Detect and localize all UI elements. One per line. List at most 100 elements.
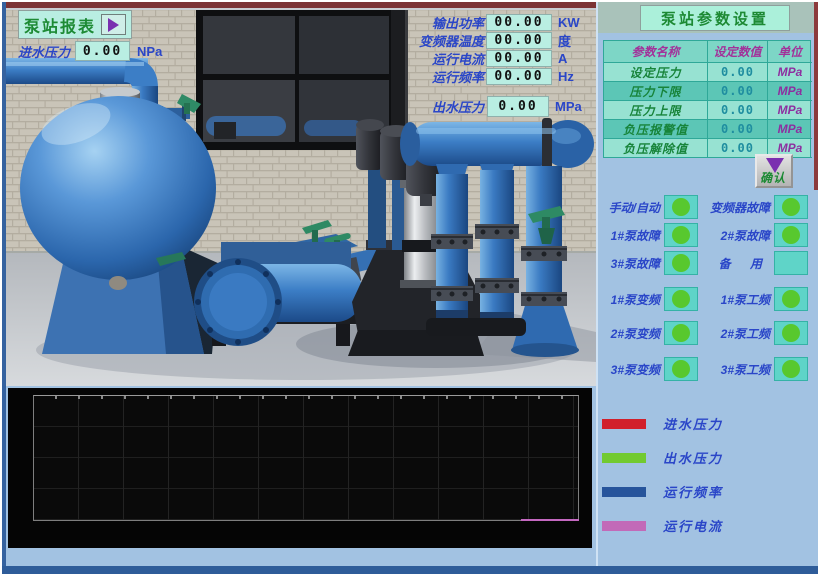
output-power-unit: KW xyxy=(558,15,580,30)
indicator-pump1-mains: 1#泵工频 xyxy=(698,287,808,311)
lamp-pump3-mains xyxy=(774,357,808,381)
inlet-pressure-readout: 进水压力 0.00 NPa xyxy=(18,41,162,61)
indicator-vfd-fault: 变频器故障 xyxy=(698,195,808,219)
indicator-label: 2#泵故障 xyxy=(721,227,770,244)
parameter-table: 参数名称 设定数值 单位 设定压力 0.00 MPa 压力下限 0.00 MPa… xyxy=(603,40,811,158)
param-unit: MPa xyxy=(768,63,812,82)
legend-item-current: 运行电流 xyxy=(602,516,723,535)
indicator-row: 3#泵故障 备 用 xyxy=(598,250,812,276)
run-current-value: 00.00 xyxy=(486,50,552,67)
lamp-dot xyxy=(672,360,690,378)
bottom-frame-border xyxy=(2,566,818,574)
param-name: 设定压力 xyxy=(604,63,708,82)
param-value-field[interactable]: 0.00 xyxy=(708,120,768,139)
indicator-label: 1#泵故障 xyxy=(611,227,660,244)
lamp-pump1-vfd xyxy=(664,287,698,311)
col-unit: 单位 xyxy=(768,41,812,63)
lamp-spare xyxy=(774,251,808,275)
output-power-label: 输出功率 xyxy=(364,13,484,32)
indicator-pump1-fault: 1#泵故障 xyxy=(598,223,698,247)
legend-swatch-magenta xyxy=(602,521,646,531)
indicator-pump2-fault: 2#泵故障 xyxy=(698,223,808,247)
legend-swatch-red xyxy=(602,419,646,429)
run-current-unit: A xyxy=(558,51,567,66)
report-open-button[interactable] xyxy=(101,14,126,35)
indicator-pump2-vfd: 2#泵变频 xyxy=(598,321,698,345)
indicator-pump1-vfd: 1#泵变频 xyxy=(598,287,698,311)
lamp-pump2-fault xyxy=(774,223,808,247)
indicator-row: 1#泵故障 2#泵故障 xyxy=(598,222,812,248)
pump-station-3d-view: 泵站报表 进水压力 0.00 NPa 输出功率 00.00 KW 变频器温度 0… xyxy=(6,2,596,386)
plot-tick-marks xyxy=(34,396,578,399)
indicator-label: 3#泵变频 xyxy=(611,361,660,378)
lamp-dot xyxy=(782,324,800,342)
col-param-name: 参数名称 xyxy=(604,41,708,63)
indicator-pump3-fault: 3#泵故障 xyxy=(598,251,698,275)
lamp-dot xyxy=(672,198,690,216)
parameter-panel: 泵站参数设置 参数名称 设定数值 单位 设定压力 0.00 MPa 压力下限 0… xyxy=(596,2,814,566)
indicator-spare: 备 用 xyxy=(698,251,808,275)
lamp-pump1-mains xyxy=(774,287,808,311)
indicator-row: 手动/自动 变频器故障 xyxy=(598,194,812,220)
indicator-manual-auto: 手动/自动 xyxy=(598,195,698,219)
param-value-field[interactable]: 0.00 xyxy=(708,63,768,82)
col-set-value: 设定数值 xyxy=(708,41,768,63)
legend-label: 出水压力 xyxy=(663,448,723,467)
indicator-label: 2#泵变频 xyxy=(611,325,660,342)
param-name: 负压解除值 xyxy=(604,139,708,158)
outlet-pressure-value: 0.00 xyxy=(487,96,549,117)
param-value-field[interactable]: 0.00 xyxy=(708,82,768,101)
param-name: 负压报警值 xyxy=(604,120,708,139)
lamp-pump2-mains xyxy=(774,321,808,345)
run-frequency-unit: Hz xyxy=(558,69,574,84)
lamp-pump3-vfd xyxy=(664,357,698,381)
report-button[interactable]: 泵站报表 xyxy=(18,10,132,39)
trend-plot-area xyxy=(33,395,579,521)
trend-chart-panel xyxy=(8,388,592,548)
inverter-temp-value: 00.00 xyxy=(486,32,552,49)
param-unit: MPa xyxy=(768,120,812,139)
table-row: 压力上限 0.00 MPa xyxy=(604,101,810,120)
drive-readouts: 输出功率 00.00 KW 变频器温度 00.00 度 运行电流 00.00 A… xyxy=(364,13,580,85)
confirm-button-label: 确认 xyxy=(760,169,786,186)
lamp-vfd-fault xyxy=(774,195,808,219)
run-frequency-value: 00.00 xyxy=(486,68,552,85)
indicator-label: 1#泵工频 xyxy=(721,291,770,308)
param-unit: MPa xyxy=(768,101,812,120)
play-triangle-icon xyxy=(108,18,119,32)
readout-row: 运行频率 00.00 Hz xyxy=(364,67,580,85)
lamp-manual-auto xyxy=(664,195,698,219)
lamp-dot xyxy=(672,254,690,272)
inverter-temp-unit: 度 xyxy=(558,31,571,50)
legend-label: 运行电流 xyxy=(663,516,723,535)
lamp-dot xyxy=(782,198,800,216)
legend-label: 进水压力 xyxy=(663,414,723,433)
readout-row: 变频器温度 00.00 度 xyxy=(364,31,580,49)
table-header-row: 参数名称 设定数值 单位 xyxy=(604,41,810,63)
indicator-pump2-mains: 2#泵工频 xyxy=(698,321,808,345)
legend-item-frequency: 运行频率 xyxy=(602,482,723,501)
lamp-dot xyxy=(782,360,800,378)
confirm-button[interactable]: 确认 xyxy=(755,154,793,188)
lamp-dot xyxy=(672,290,690,308)
param-name: 压力下限 xyxy=(604,82,708,101)
legend-item-inlet: 进水压力 xyxy=(602,414,723,433)
inverter-temp-label: 变频器温度 xyxy=(364,31,484,50)
report-button-label: 泵站报表 xyxy=(24,13,96,37)
indicator-label: 2#泵工频 xyxy=(721,325,770,342)
indicator-label: 备 用 xyxy=(719,255,770,272)
param-name: 压力上限 xyxy=(604,101,708,120)
legend-swatch-green xyxy=(602,453,646,463)
right-edge-decoration xyxy=(814,2,818,190)
inlet-pressure-label: 进水压力 xyxy=(18,42,70,61)
run-current-trace xyxy=(521,519,579,521)
hmi-screen: 泵站报表 进水压力 0.00 NPa 输出功率 00.00 KW 变频器温度 0… xyxy=(0,0,825,577)
lamp-dot xyxy=(782,226,800,244)
run-frequency-label: 运行频率 xyxy=(364,67,484,86)
legend-swatch-blue xyxy=(602,487,646,497)
param-value-field[interactable]: 0.00 xyxy=(708,101,768,120)
indicator-label: 手动/自动 xyxy=(609,199,660,216)
outlet-pressure-label: 出水压力 xyxy=(364,97,484,116)
outlet-pressure-readout: 出水压力 0.00 MPa xyxy=(364,95,582,117)
indicator-label: 1#泵变频 xyxy=(611,291,660,308)
